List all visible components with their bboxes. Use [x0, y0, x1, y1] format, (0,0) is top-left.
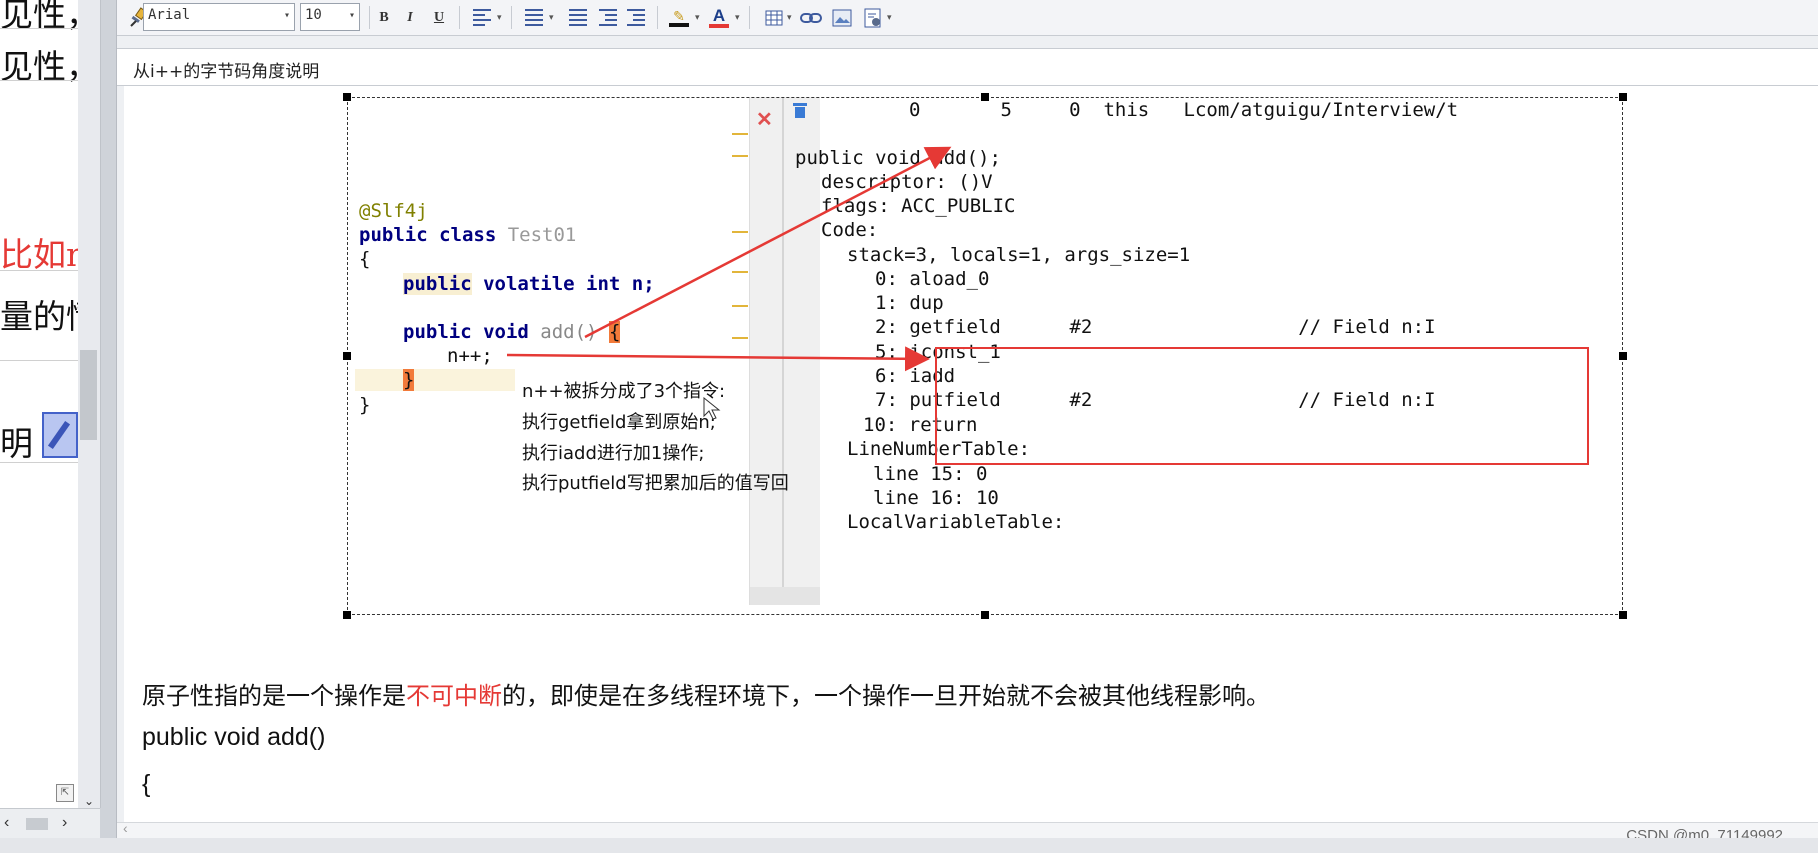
- align-left-icon[interactable]: [471, 5, 493, 30]
- divider: [511, 6, 512, 29]
- font-color-letter: A: [712, 5, 726, 25]
- resize-handle[interactable]: [1619, 93, 1627, 101]
- resize-icon[interactable]: ⇱: [56, 784, 74, 802]
- chevron-down-icon: ▾: [283, 10, 290, 21]
- page-title: 从i++的字节码角度说明: [133, 62, 320, 82]
- underline-button[interactable]: U: [428, 5, 450, 30]
- scrollbar-thumb[interactable]: [26, 818, 48, 830]
- divider: [0, 270, 78, 271]
- left-text-line: 量的情: [0, 297, 78, 336]
- body-paragraph: 原子性指的是一个操作是不可中断的，即使是在多线程环境下，一个操作一旦开始就不会被…: [142, 676, 1270, 711]
- insert-code-icon[interactable]: [861, 5, 885, 30]
- chevron-down-icon[interactable]: ⌄: [84, 794, 94, 808]
- editor-content[interactable]: ✕ @Slf4j public class Test01 { public vo…: [124, 86, 1818, 822]
- left-text-line: 比如n: [0, 235, 79, 274]
- chevron-down-icon: ▾: [348, 10, 355, 21]
- divider: [0, 80, 78, 81]
- chevron-down-icon[interactable]: ▾: [695, 12, 700, 23]
- divider: [0, 28, 78, 29]
- status-strip: [0, 838, 1818, 853]
- font-name-select[interactable]: Arial ▾: [143, 3, 295, 31]
- indent-icon[interactable]: [625, 5, 647, 30]
- body-code-line: public void add(): [142, 723, 326, 751]
- font-name-value: Arial: [148, 7, 191, 23]
- document-title-bar: 从i++的字节码角度说明: [117, 48, 1818, 86]
- resize-handle[interactable]: [1619, 611, 1627, 619]
- rich-text-editor: Arial ▾ 10 ▾ B I U ▾ ▾ ✎ ▾ A ▾ ▾ ▾ 从i++的字节…: [116, 0, 1818, 853]
- table-icon[interactable]: [763, 5, 785, 30]
- divider: [749, 6, 750, 29]
- bold-button[interactable]: B: [373, 5, 395, 30]
- resize-handle[interactable]: [343, 93, 351, 101]
- resize-handle[interactable]: [981, 93, 989, 101]
- image-icon[interactable]: [831, 5, 853, 30]
- edit-icon[interactable]: [42, 412, 78, 458]
- numbered-list-icon[interactable]: [523, 5, 545, 30]
- chevron-down-icon[interactable]: ▾: [735, 12, 740, 23]
- italic-button[interactable]: I: [399, 5, 421, 30]
- paragraph-text: 的，即使是在多线程环境下，一个操作一旦开始就不会被其他线程影响。: [502, 682, 1270, 710]
- paragraph-text: 原子性指的是一个操作是: [142, 682, 406, 710]
- outdent-icon[interactable]: [597, 5, 619, 30]
- vertical-scrollbar[interactable]: ⌄: [78, 0, 101, 808]
- divider: [369, 6, 370, 29]
- highlight-color-icon[interactable]: ✎: [667, 5, 691, 30]
- font-color-icon[interactable]: A: [707, 5, 731, 30]
- chevron-down-icon[interactable]: ▾: [887, 12, 892, 23]
- divider: [0, 360, 78, 361]
- resize-handle[interactable]: [343, 611, 351, 619]
- link-icon[interactable]: [799, 5, 823, 30]
- selection-border: [347, 97, 1623, 615]
- left-document-pane: 见性， 见性， 比如n 量的情 明: [0, 0, 79, 853]
- embedded-screenshot[interactable]: ✕ @Slf4j public class Test01 { public vo…: [343, 93, 1627, 619]
- scrollbar-thumb[interactable]: [80, 350, 97, 440]
- resize-handle[interactable]: [981, 611, 989, 619]
- divider: [0, 462, 78, 463]
- paragraph-emphasis: 不可中断: [406, 682, 502, 710]
- chevron-down-icon[interactable]: ▾: [549, 12, 554, 23]
- left-text-line: 明: [0, 424, 33, 463]
- editor-toolbar: Arial ▾ 10 ▾ B I U ▾ ▾ ✎ ▾ A ▾ ▾ ▾: [117, 0, 1818, 36]
- chevron-left-icon[interactable]: ‹: [4, 814, 9, 832]
- divider: [657, 6, 658, 29]
- horizontal-scrollbar[interactable]: ‹ › ⇱: [0, 784, 100, 839]
- body-code-line: {: [142, 770, 151, 798]
- resize-handle[interactable]: [343, 352, 351, 360]
- font-size-value: 10: [305, 7, 322, 23]
- chevron-down-icon[interactable]: ▾: [787, 12, 792, 23]
- font-size-select[interactable]: 10 ▾: [300, 3, 360, 31]
- resize-handle[interactable]: [1619, 352, 1627, 360]
- chevron-down-icon[interactable]: ▾: [497, 12, 502, 23]
- editor-horizontal-scrollbar[interactable]: ‹: [117, 820, 1818, 839]
- chevron-right-icon[interactable]: ›: [62, 814, 67, 832]
- bullet-list-icon[interactable]: [567, 5, 589, 30]
- chevron-left-icon[interactable]: ‹: [123, 820, 128, 836]
- divider: [459, 6, 460, 29]
- left-text-line: 见性，: [0, 0, 78, 34]
